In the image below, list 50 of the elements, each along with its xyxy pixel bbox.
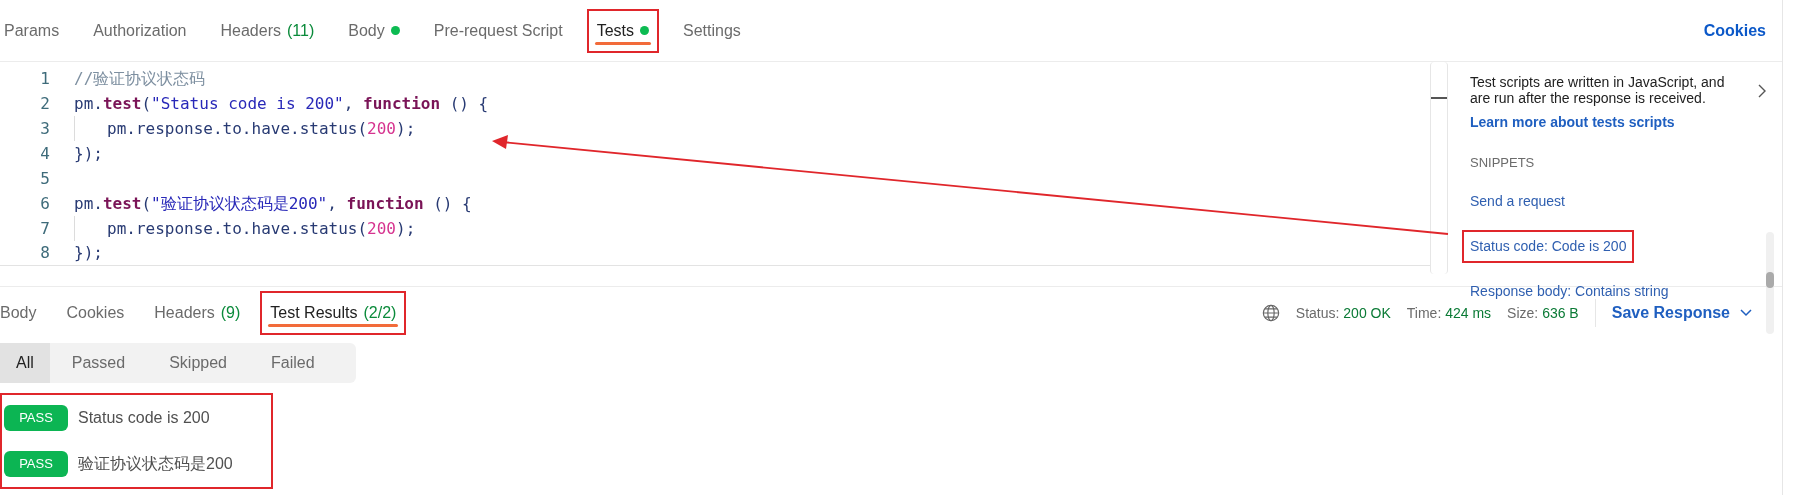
tab[interactable]: Headers (11) [210,8,325,53]
code-line: pm.test("Status code is 200", function () { [74,92,489,115]
response-meta: Status: 200 OK [1295,303,1391,323]
tab[interactable]: Params [0,8,70,53]
tab[interactable]: Tests [586,8,659,53]
line-number: 3 [39,117,50,140]
tab[interactable]: Test Results (2/2) [260,291,407,335]
line-number: 2 [39,92,50,115]
snippets-heading: SNIPPETS [1470,154,1535,172]
filter-tab[interactable]: Skipped [147,343,249,383]
cookies-link[interactable]: Cookies [1703,18,1766,43]
code-line: pm.test("验证协议状态码是200", function () { [74,192,472,215]
tab[interactable]: Cookies [56,291,135,335]
filter-tab[interactable]: Failed [249,343,337,383]
tab[interactable]: Authorization [83,8,197,53]
tab[interactable]: Headers (9) [144,291,251,335]
filter-tab[interactable]: All [0,343,50,383]
line-number: 7 [39,217,50,240]
line-number: 1 [39,67,50,90]
tab[interactable]: Body [0,291,47,335]
response-meta: Time: 424 ms [1406,303,1492,323]
pass-badge: PASS [4,405,68,431]
tab[interactable]: Body [338,8,410,53]
save-response-button[interactable]: Save Response [1611,301,1752,325]
line-number: 8 [39,242,50,264]
description-text: Test scripts are written in JavaScript, and are run after the response is received. [1470,74,1726,106]
tab[interactable]: Pre-request Script [423,8,573,53]
pass-badge: PASS [4,451,68,477]
filter-tab[interactable]: Passed [49,343,148,383]
tab[interactable]: Settings [673,8,751,53]
snippet-link[interactable]: Send a request [1462,184,1573,218]
response-meta: Size: 636 B [1507,303,1579,323]
code-line: pm.response.to.have.status(200); [107,217,416,240]
learn-more-link[interactable]: Learn more about tests scripts [1470,112,1675,133]
test-name: 验证协议状态码是200 [78,454,233,474]
code-line: pm.response.to.have.status(200); [107,117,416,140]
test-name: Status code is 200 [78,408,210,428]
chevron-right-icon[interactable] [1758,84,1766,98]
indent-guide [74,116,75,141]
snippet-link[interactable]: Status code: Code is 200 [1462,229,1635,263]
globe-icon[interactable] [1261,304,1280,322]
line-number: 4 [39,142,50,165]
indent-guide [74,216,75,241]
code-line: //验证协议状态码 [74,67,206,90]
line-number: 5 [39,167,50,190]
chevron-down-icon [1740,309,1752,317]
code-line: }); [74,242,103,264]
line-number: 6 [39,192,50,215]
active-tab-underline [594,41,651,45]
code-line: }); [74,142,103,165]
